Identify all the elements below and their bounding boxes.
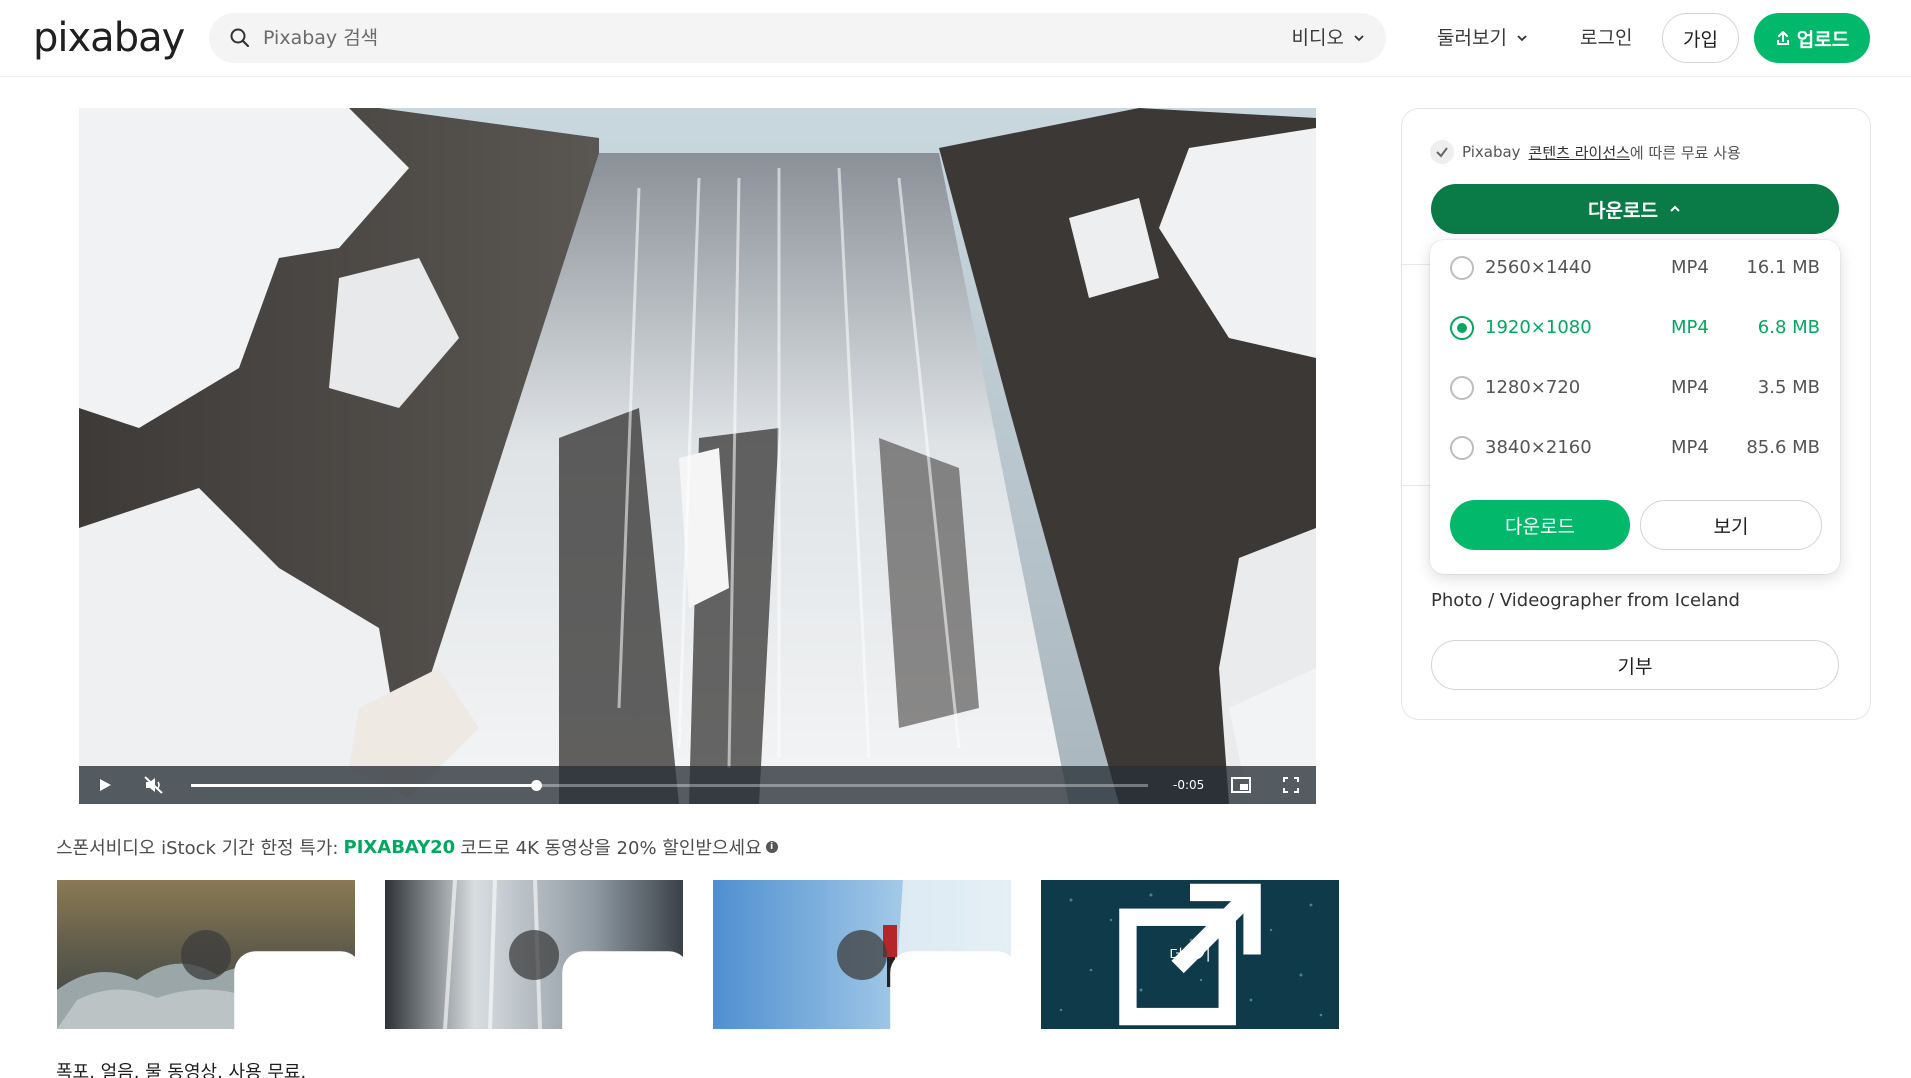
video-camera-icon [837,930,1011,1029]
media-type-select[interactable]: 비디오 [1292,13,1366,63]
search-bar[interactable]: 비디오 [209,13,1386,63]
view-button[interactable]: 보기 [1640,500,1822,550]
sponsored-video-thumb[interactable] [57,880,355,1029]
download-options-menu: 2560×1440 MP4 16.1 MB 1920×1080 MP4 6.8 … [1430,240,1840,574]
download-button[interactable]: 다운로드 [1450,500,1630,550]
waterfall-video-frame [79,108,1316,804]
video-progress-bar[interactable] [191,780,1148,791]
more-sponsored-link[interactable]: 더보기 [1041,880,1339,1029]
option-resolution: 3840×2160 [1485,437,1592,458]
video-camera-icon [181,930,355,1029]
video-camera-icon [509,930,683,1029]
promo-code: PIXABAY20 [343,836,456,858]
play-icon [100,779,111,791]
option-size: 6.8 MB [1757,317,1820,338]
external-link-icon [1119,883,1261,1026]
progress-handle[interactable] [530,780,542,791]
option-resolution: 2560×1440 [1485,257,1592,278]
download-toggle-button[interactable]: 다운로드 [1431,184,1839,234]
download-option[interactable]: 1280×720 MP4 3.5 MB [1430,360,1840,416]
download-option[interactable]: 3840×2160 MP4 85.6 MB [1430,420,1840,476]
login-link[interactable]: 로그인 [1580,14,1632,62]
option-format: MP4 [1671,257,1709,278]
search-icon [230,28,250,48]
license-suffix: 에 따른 무료 사용 [1629,143,1741,162]
download-option[interactable]: 1920×1080 MP4 6.8 MB [1430,300,1840,356]
upload-button[interactable]: 업로드 [1754,13,1870,63]
license-link[interactable]: 콘텐츠 라이선스 [1529,144,1630,162]
explore-menu[interactable]: 둘러보기 [1437,14,1529,62]
option-format: MP4 [1671,437,1709,458]
video-controls: -0:05 [79,766,1316,804]
radio-button[interactable] [1450,436,1474,460]
option-resolution: 1920×1080 [1485,317,1592,338]
chevron-down-icon [1517,35,1527,42]
radio-button[interactable] [1450,376,1474,400]
page: pixabay 비디오 둘러보기 로그인 가입 [0,0,1911,1078]
sponsor-suffix: 코드로 4K 동영상을 20% 할인받으세요 [460,838,762,859]
sponsor-prefix: 스폰서비디오 iStock 기간 한정 특가: [56,838,339,859]
sponsored-video-thumb[interactable] [385,880,683,1029]
download-option[interactable]: 2560×1440 MP4 16.1 MB [1430,240,1840,296]
sponsor-banner[interactable]: 스폰서비디오 iStock 기간 한정 특가: PIXABAY20 코드로 4K… [56,834,778,860]
upload-icon [1776,31,1789,45]
media-type-label: 비디오 [1291,27,1344,49]
fullscreen-button[interactable] [1275,766,1307,804]
check-icon [1430,140,1454,164]
sponsored-video-thumb[interactable] [713,880,1011,1029]
option-format: MP4 [1671,377,1709,398]
license-note: Pixabay 콘텐츠 라이선스에 따른 무료 사용 [1430,140,1741,164]
radio-button[interactable] [1450,256,1474,280]
option-size: 85.6 MB [1746,437,1820,458]
picture-in-picture-icon [1231,777,1251,793]
explore-label: 둘러보기 [1437,27,1507,49]
more-label-wrap: 더보기 [1041,880,1339,1029]
search-input[interactable] [263,13,1163,63]
picture-in-picture-button[interactable] [1225,766,1257,804]
progress-fill [191,784,536,787]
donate-button[interactable]: 기부 [1431,640,1839,690]
divider [1402,264,1430,265]
info-icon[interactable]: i [765,841,778,853]
pixabay-logo[interactable]: pixabay [33,14,185,62]
top-header: pixabay 비디오 둘러보기 로그인 가입 [0,0,1911,77]
video-player[interactable]: -0:05 [79,108,1316,804]
upload-label: 업로드 [1796,28,1850,51]
license-prefix: Pixabay [1462,143,1521,161]
chevron-down-icon [1354,35,1364,42]
video-caption: 폭포, 얼음, 물 동영상. 사용 무료. [56,1062,307,1078]
author-bio: Photo / Videographer from Iceland [1431,590,1740,611]
time-remaining: -0:05 [1173,778,1205,792]
muted-speaker-icon [144,776,163,794]
play-button[interactable] [89,766,121,804]
download-label: 다운로드 [1588,199,1658,222]
chevron-up-icon [1670,205,1680,212]
fullscreen-icon [1283,777,1299,793]
divider [1402,485,1430,486]
join-button[interactable]: 가입 [1662,13,1739,63]
mute-button[interactable] [137,766,171,804]
option-format: MP4 [1671,317,1709,338]
option-size: 16.1 MB [1746,257,1820,278]
option-resolution: 1280×720 [1485,377,1581,398]
option-size: 3.5 MB [1757,377,1820,398]
radio-button[interactable] [1450,316,1474,340]
